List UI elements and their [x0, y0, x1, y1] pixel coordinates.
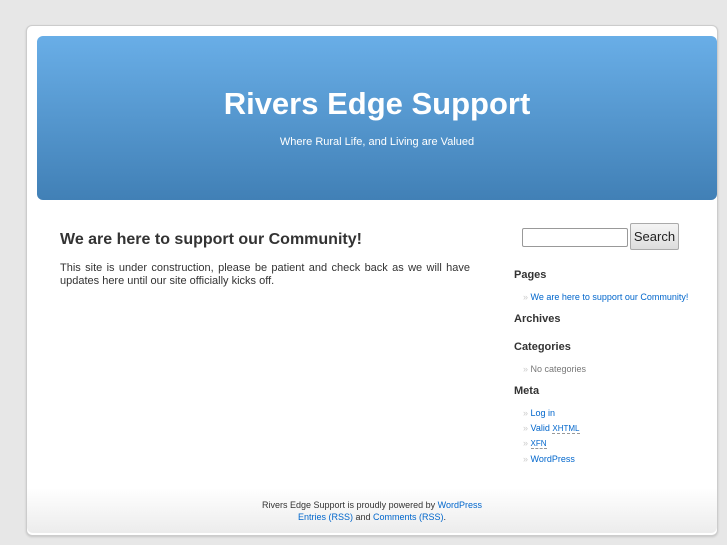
page-container: Rivers Edge Support Where Rural Life, an…: [26, 25, 718, 536]
comments-rss-link[interactable]: Comments (RSS): [373, 512, 444, 522]
archives-heading: Archives: [514, 313, 561, 325]
site-header: Rivers Edge Support Where Rural Life, an…: [37, 36, 717, 200]
list-item: No categories: [523, 362, 704, 377]
list-item: We are here to support our Community!: [523, 290, 704, 305]
main-content: We are here to support our Community! Th…: [60, 231, 470, 288]
xfn-link[interactable]: XFN: [530, 438, 547, 449]
footer-and: and: [355, 512, 371, 522]
site-footer: Rivers Edge Support is proudly powered b…: [27, 488, 717, 533]
meta-widget: Meta Log in Valid XHTML XFN WordPress: [514, 385, 704, 466]
categories-heading: Categories: [514, 341, 571, 353]
page-link[interactable]: We are here to support our Community!: [531, 292, 689, 302]
valid-xhtml-link[interactable]: Valid XHTML: [530, 422, 580, 434]
archives-widget: Archives: [514, 313, 560, 325]
xfn-abbr: XFN: [530, 439, 547, 449]
valid-label: Valid: [530, 422, 550, 433]
footer-text: Rivers Edge Support is proudly powered b…: [262, 500, 436, 510]
search-button[interactable]: Search: [630, 223, 679, 250]
list-item: WordPress: [523, 452, 704, 467]
categories-widget: Categories No categories: [514, 341, 704, 377]
list-item: XFN: [523, 436, 704, 452]
site-title[interactable]: Rivers Edge Support: [37, 86, 717, 122]
post-title[interactable]: We are here to support our Community!: [60, 231, 470, 249]
footer-wordpress-link[interactable]: WordPress: [438, 500, 482, 510]
entries-rss-link[interactable]: Entries (RSS): [298, 512, 353, 522]
post-body: This site is under construction, please …: [60, 262, 470, 287]
wordpress-link[interactable]: WordPress: [531, 454, 575, 464]
meta-heading: Meta: [514, 385, 540, 397]
pages-heading: Pages: [514, 269, 547, 281]
search-input[interactable]: [522, 228, 628, 247]
login-link[interactable]: Log in: [531, 408, 556, 418]
footer-period: .: [443, 512, 447, 522]
list-item: Valid XHTML: [523, 421, 704, 437]
site-description: Where Rural Life, and Living are Valued: [279, 136, 475, 148]
list-item: Log in: [523, 406, 704, 421]
xhtml-abbr: XHTML: [552, 423, 580, 434]
pages-widget: Pages We are here to support our Communi…: [514, 269, 704, 305]
